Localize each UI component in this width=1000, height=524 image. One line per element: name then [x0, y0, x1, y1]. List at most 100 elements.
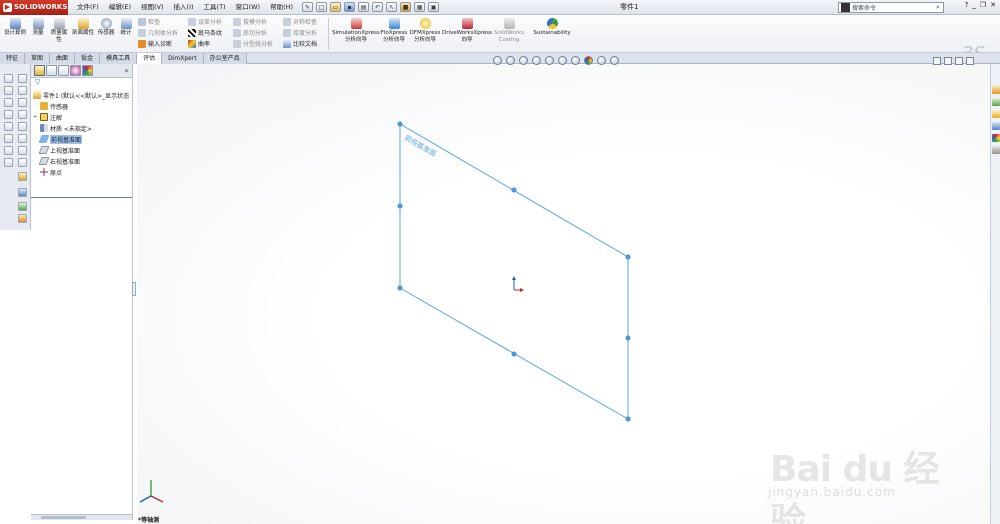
feature-manager-tab-icon[interactable]: [34, 65, 45, 76]
viewport-tile-icon[interactable]: [944, 57, 952, 65]
arc-tool-icon[interactable]: [18, 98, 27, 107]
menu-window[interactable]: 窗口(W): [231, 0, 266, 15]
tree-item-top-plane[interactable]: 上视基准面: [33, 145, 80, 155]
front-plane-outline[interactable]: [399, 123, 629, 420]
view-settings-icon[interactable]: [610, 56, 619, 65]
solidworks-logo[interactable]: ▶ SOLIDWORKS: [0, 0, 68, 15]
dimxpert-manager-tab-icon[interactable]: [70, 65, 81, 76]
view-palette-icon[interactable]: [992, 122, 1000, 130]
tree-item-annotations[interactable]: + 注解: [33, 112, 62, 122]
plane-handle[interactable]: [397, 121, 403, 127]
panel-splitter-handle[interactable]: [132, 282, 136, 296]
panel-horizontal-scrollbar[interactable]: [31, 514, 132, 520]
apply-scene-icon[interactable]: [597, 56, 606, 65]
menu-edit[interactable]: 编辑(E): [104, 0, 136, 15]
tree-item-front-plane[interactable]: 前视基准面: [33, 134, 83, 144]
offset-tool-icon[interactable]: [4, 134, 13, 143]
deviation-analysis-button[interactable]: 误差分析: [188, 17, 222, 26]
floxpress-button[interactable]: FloXpress 分析向导: [380, 18, 408, 43]
rapid-sketch-icon[interactable]: [18, 214, 27, 223]
thickness-analysis-button[interactable]: 厚度分析: [283, 28, 317, 37]
sensor-button[interactable]: 传感器: [96, 18, 116, 37]
tab-features[interactable]: 特征: [0, 53, 26, 64]
custom-properties-icon[interactable]: [992, 146, 1000, 154]
plane-handle[interactable]: [397, 203, 403, 209]
statistics-button[interactable]: 统计: [118, 18, 134, 37]
point-tool-icon[interactable]: [18, 110, 27, 119]
rectangle-tool-icon[interactable]: [18, 86, 27, 95]
design-library-icon[interactable]: [992, 98, 1000, 106]
viewport-restore-icon[interactable]: [933, 57, 941, 65]
tab-mold-tools[interactable]: 模具工具: [100, 53, 138, 64]
simulationxpress-button[interactable]: SimulationXpress 分析向导: [332, 18, 380, 43]
circle-tool-icon[interactable]: [4, 98, 13, 107]
select-icon[interactable]: ↖: [386, 2, 398, 12]
tab-evaluate[interactable]: 评估: [137, 53, 163, 64]
viewport-close-icon[interactable]: [966, 57, 974, 65]
minimize-icon[interactable]: _: [972, 1, 976, 9]
tree-item-origin[interactable]: 原点: [33, 167, 62, 177]
rebuild-icon[interactable]: ■: [400, 2, 412, 12]
display-manager-tab-icon[interactable]: [82, 65, 93, 76]
plane-handle[interactable]: [511, 351, 517, 357]
draft-analysis-button[interactable]: 拔模分析: [233, 17, 273, 26]
zebra-stripes-button[interactable]: 斑马条纹: [188, 28, 222, 37]
section-view-icon[interactable]: [532, 56, 541, 65]
search-input[interactable]: 搜索命令: [852, 3, 933, 12]
tab-office-products[interactable]: 办公室产品: [203, 53, 247, 64]
close-icon[interactable]: ✕: [990, 1, 996, 9]
menu-tools[interactable]: 工具(T): [199, 0, 231, 15]
check-button[interactable]: 检查: [138, 17, 178, 26]
trim-tool-icon[interactable]: [18, 122, 27, 131]
search-icon[interactable]: ⌕: [933, 3, 943, 12]
costing-button[interactable]: SolidWorks Costing: [492, 18, 526, 43]
mirror-tool-icon[interactable]: [4, 122, 13, 131]
line-tool-icon[interactable]: [4, 86, 13, 95]
instant-3d-icon[interactable]: [18, 188, 27, 197]
menu-view[interactable]: 视图(V): [136, 0, 169, 15]
previous-view-icon[interactable]: [519, 56, 528, 65]
hide-show-items-icon[interactable]: [571, 56, 580, 65]
plane-handle[interactable]: [397, 285, 403, 291]
curvature-button[interactable]: 曲率: [188, 39, 222, 48]
mass-properties-button[interactable]: 质量属性: [49, 18, 69, 43]
geometry-analysis-button[interactable]: 几何体分析: [138, 28, 178, 37]
smart-dimension-icon[interactable]: [18, 74, 27, 83]
menu-file[interactable]: 文件(F): [72, 0, 104, 15]
plane-handle[interactable]: [625, 254, 631, 260]
file-explorer-icon[interactable]: [992, 110, 1000, 118]
viewport-maximize-icon[interactable]: [955, 57, 963, 65]
save-icon[interactable]: ▪: [344, 2, 356, 12]
tab-dimxpert[interactable]: DimXpert: [162, 53, 204, 64]
open-folder-icon[interactable]: ▭: [330, 2, 342, 12]
search-scope-icon[interactable]: [841, 3, 850, 12]
undercut-analysis-button[interactable]: 底切分析: [233, 28, 273, 37]
zoom-to-fit-icon[interactable]: [493, 56, 502, 65]
tree-root[interactable]: 零件1 (默认<<默认>_显示状态: [33, 90, 129, 100]
pin-icon[interactable]: ✎: [302, 2, 314, 12]
quick-snaps-icon[interactable]: [18, 202, 27, 211]
view-orientation-icon[interactable]: [545, 56, 554, 65]
panel-expand-icon[interactable]: »: [124, 66, 132, 75]
tree-item-material[interactable]: 材质 <未指定>: [33, 123, 92, 133]
import-diagnostics-button[interactable]: 输入诊断: [138, 39, 178, 48]
tree-item-right-plane[interactable]: 右视基准面: [33, 156, 80, 166]
edit-appearance-icon[interactable]: [584, 56, 593, 65]
options-icon[interactable]: ▣: [428, 2, 440, 12]
scrollbar-thumb[interactable]: [41, 516, 86, 519]
new-document-icon[interactable]: □: [316, 2, 328, 12]
zoom-to-area-icon[interactable]: [506, 56, 515, 65]
tab-sketch[interactable]: 草图: [25, 53, 51, 64]
section-properties-button[interactable]: 剖面属性: [72, 18, 94, 37]
pattern-tool-icon[interactable]: [18, 158, 27, 167]
file-properties-icon[interactable]: ▦: [414, 2, 426, 12]
expand-icon[interactable]: +: [33, 114, 38, 120]
search-box[interactable]: 搜索命令 ⌕: [838, 2, 944, 13]
sketch-tool-icon[interactable]: [4, 74, 13, 83]
tab-surfaces[interactable]: 曲面: [50, 53, 76, 64]
property-manager-tab-icon[interactable]: [46, 65, 57, 76]
compare-documents-button[interactable]: 比较文档: [283, 39, 317, 48]
solidworks-resources-icon[interactable]: [992, 86, 1000, 94]
plane-handle[interactable]: [625, 416, 631, 422]
menu-help[interactable]: 帮助(H): [265, 0, 298, 15]
